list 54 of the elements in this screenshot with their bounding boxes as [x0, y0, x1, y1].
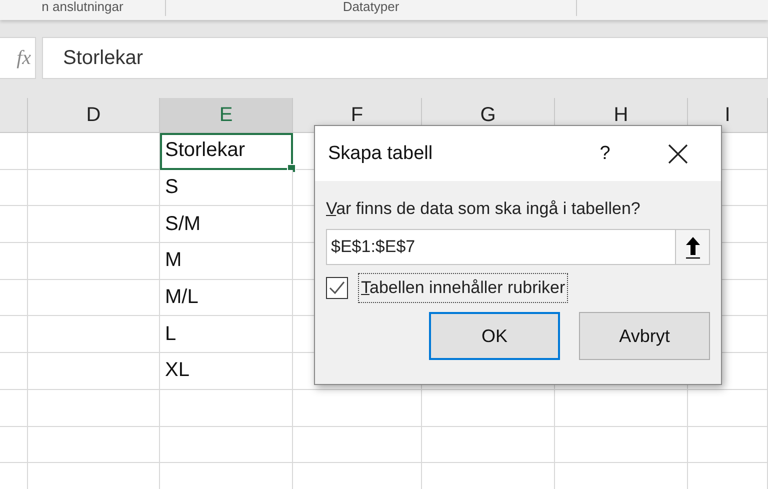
grid-cell[interactable]	[688, 390, 768, 426]
column-header[interactable]: D	[28, 98, 160, 133]
formula-field[interactable]: Storlekar	[42, 37, 768, 79]
cell-value[interactable]: XL	[160, 353, 293, 390]
ribbon-group-label: Datatyper	[166, 0, 577, 16]
grid-cell[interactable]	[0, 243, 28, 280]
grid-cell[interactable]	[422, 426, 555, 464]
dialog-button[interactable]: Avbryt	[579, 312, 710, 360]
grid-cell[interactable]	[0, 133, 28, 170]
grid-cell[interactable]	[0, 353, 28, 390]
grid-cell[interactable]	[293, 390, 422, 426]
checkbox[interactable]	[326, 277, 348, 299]
cell-value[interactable]: S/M	[160, 206, 293, 244]
cell-value[interactable]: M/L	[160, 280, 293, 316]
column-header[interactable]	[0, 98, 28, 133]
grid-cell[interactable]	[28, 353, 160, 390]
grid-cell[interactable]	[160, 426, 293, 464]
grid-cell[interactable]	[0, 280, 28, 316]
grid-cell[interactable]	[28, 390, 160, 426]
grid-cell[interactable]	[160, 390, 293, 426]
grid-cell[interactable]	[0, 316, 28, 354]
range-field[interactable]: $E$1:$E$7	[326, 229, 710, 265]
column-header[interactable]: E	[160, 98, 293, 133]
grid-cell[interactable]	[422, 390, 555, 426]
dialog-button[interactable]: OK	[429, 312, 560, 360]
grid-cell[interactable]	[688, 426, 768, 464]
grid-cell[interactable]	[0, 390, 28, 426]
cell-value[interactable]: L	[160, 316, 293, 354]
grid-cell[interactable]	[555, 390, 688, 426]
grid-cell[interactable]	[28, 170, 160, 206]
grid-cell[interactable]	[28, 280, 160, 316]
grid-cell[interactable]	[0, 170, 28, 206]
grid-cell[interactable]	[0, 426, 28, 464]
checkbox-label[interactable]: Tabellen innehåller rubriker	[358, 273, 568, 303]
dialog-title: Skapa tabell	[328, 142, 434, 164]
grid-cell[interactable]	[555, 426, 688, 464]
cell-value[interactable]: S	[160, 170, 293, 206]
cell-value[interactable]: Storlekar	[160, 133, 293, 170]
grid-cell[interactable]	[28, 426, 160, 464]
grid-cell[interactable]	[28, 243, 160, 280]
range-prompt: Var finns de data som ska ingå i tabellen?	[326, 199, 642, 219]
collapse-button[interactable]	[675, 230, 709, 264]
grid-cell[interactable]	[0, 206, 28, 244]
grid-cell[interactable]	[28, 316, 160, 354]
grid-cell[interactable]	[28, 133, 160, 170]
grid-cell[interactable]	[28, 206, 160, 244]
function-button[interactable]: fx	[0, 37, 36, 79]
close-icon	[667, 142, 689, 164]
help-button[interactable]: ?	[575, 142, 635, 164]
cell-value[interactable]: M	[160, 243, 293, 280]
ribbon-group-label: n anslutningar	[0, 0, 166, 16]
grid-cell[interactable]	[293, 426, 422, 464]
up-arrow-icon	[684, 235, 702, 259]
column-header[interactable]: I	[688, 98, 768, 133]
